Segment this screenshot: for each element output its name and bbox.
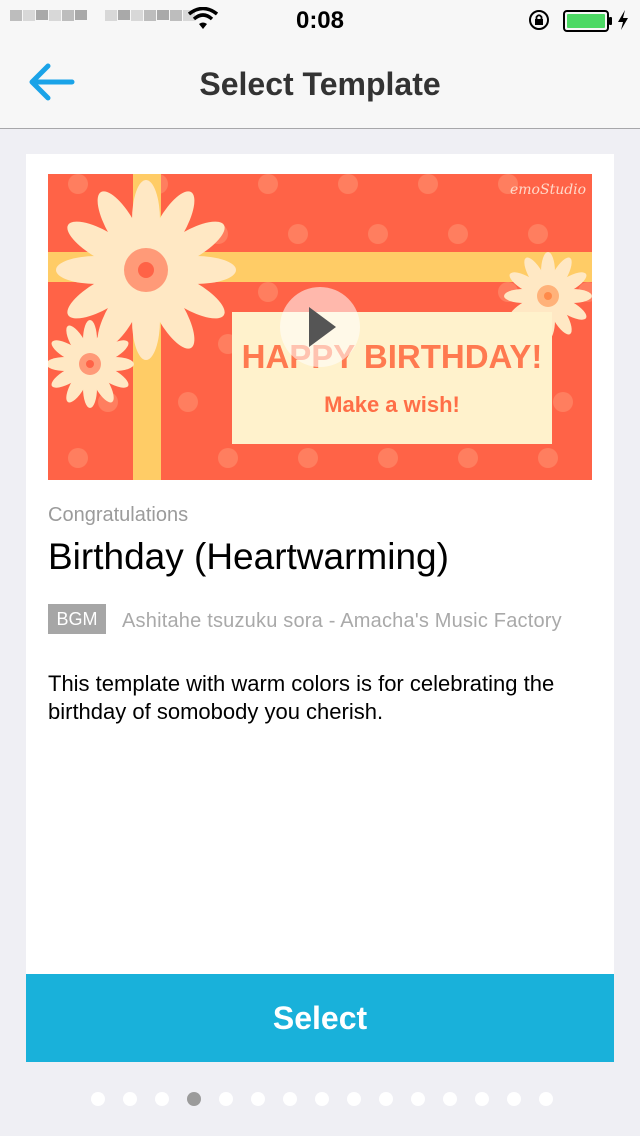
- charging-bolt-icon: [618, 10, 628, 30]
- page-dot[interactable]: [379, 1092, 393, 1106]
- preview-watermark: emoStudio: [510, 182, 586, 198]
- bgm-badge: BGM: [48, 604, 106, 634]
- preview-artwork: emoStudio HAPPY BIRTHDAY! Make a wish!: [48, 174, 592, 480]
- play-icon[interactable]: [280, 287, 360, 367]
- page-dot[interactable]: [91, 1092, 105, 1106]
- page-dot[interactable]: [219, 1092, 233, 1106]
- template-description: This template with warm colors is for ce…: [48, 671, 555, 724]
- template-card: emoStudio HAPPY BIRTHDAY! Make a wish! C…: [26, 154, 614, 1062]
- page-dot[interactable]: [187, 1092, 201, 1106]
- status-bar: 0:08: [0, 0, 640, 40]
- template-category: Congratulations: [48, 504, 189, 526]
- page-dot[interactable]: [251, 1092, 265, 1106]
- page-dot[interactable]: [539, 1092, 553, 1106]
- select-button[interactable]: Select: [26, 974, 614, 1062]
- template-preview[interactable]: emoStudio HAPPY BIRTHDAY! Make a wish!: [48, 174, 592, 480]
- navigation-bar: Select Template: [0, 40, 640, 129]
- page-indicator: [0, 1092, 640, 1106]
- template-title: Birthday (Heartwarming): [48, 536, 449, 577]
- page-dot[interactable]: [411, 1092, 425, 1106]
- page-dot[interactable]: [443, 1092, 457, 1106]
- preview-subline: Make a wish!: [324, 392, 460, 417]
- battery-icon: [563, 10, 612, 32]
- page-title: Select Template: [199, 66, 441, 102]
- orientation-lock-icon: [529, 10, 549, 30]
- page-dot[interactable]: [155, 1092, 169, 1106]
- page-dot[interactable]: [507, 1092, 521, 1106]
- page-dot[interactable]: [347, 1092, 361, 1106]
- page-dot[interactable]: [315, 1092, 329, 1106]
- bgm-track: Ashitahe tsuzuku sora - Amacha's Music F…: [122, 610, 562, 632]
- page-dot[interactable]: [123, 1092, 137, 1106]
- page-dot[interactable]: [475, 1092, 489, 1106]
- page-dot[interactable]: [283, 1092, 297, 1106]
